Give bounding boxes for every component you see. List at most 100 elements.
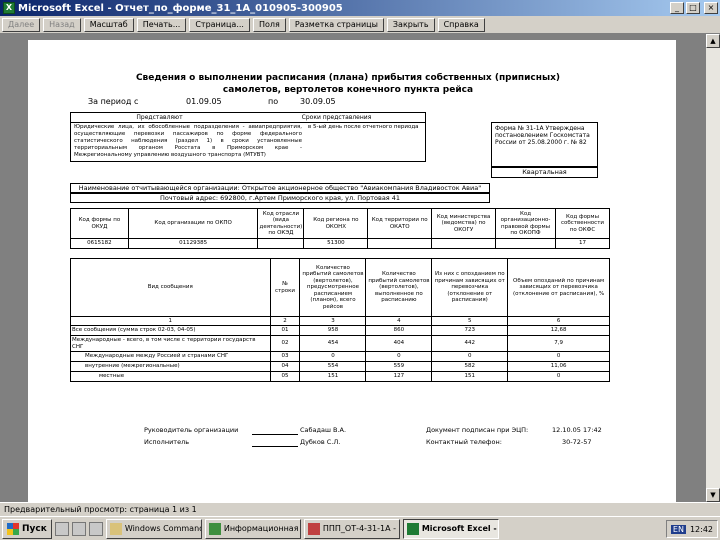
row-value: 454 bbox=[299, 335, 367, 352]
codes-header-cell: Код формы по ОКУД bbox=[70, 208, 129, 239]
executor-name: Дубков С.Л. bbox=[300, 438, 341, 446]
row-value: 554 bbox=[299, 361, 367, 372]
excel-app-icon[interactable]: X bbox=[3, 2, 15, 14]
row-line-number: 05 bbox=[269, 371, 301, 382]
close-preview-button[interactable]: Закрыть bbox=[386, 17, 435, 32]
row-value: 404 bbox=[365, 335, 433, 352]
print-preview-area[interactable]: Сведения о выполнении расписания (плана)… bbox=[0, 34, 706, 502]
window-title: Microsoft Excel - Отчет_по_форме_31_1А_0… bbox=[18, 2, 343, 14]
scroll-up-arrow-icon[interactable]: ▲ bbox=[706, 34, 720, 48]
task-windows-commander[interactable]: Windows Commander bbox=[105, 518, 202, 539]
row-value: 958 bbox=[299, 325, 367, 336]
row-name: Все сообщения (сумма строк 02-03, 04-05) bbox=[70, 325, 271, 336]
minimize-button[interactable]: _ bbox=[670, 2, 684, 14]
doc-date-label: Документ подписан при ЭЦП: bbox=[426, 426, 529, 434]
head-name: Сабадаш В.А. bbox=[300, 426, 347, 434]
previous-page-button[interactable]: Назад bbox=[43, 17, 81, 32]
vertical-scrollbar[interactable]: ▲ ▼ bbox=[706, 34, 720, 502]
signature-line bbox=[252, 446, 298, 447]
codes-header-cell: Код отрасли (вида деятельности) по ОКЭД bbox=[257, 208, 305, 239]
row-value: 0 bbox=[365, 351, 433, 362]
close-button[interactable]: × bbox=[704, 2, 718, 14]
column-number: 5 bbox=[431, 316, 509, 326]
codes-header-cell: Код территории по ОКАТО bbox=[367, 208, 433, 239]
window-titlebar[interactable]: X Microsoft Excel - Отчет_по_форме_31_1А… bbox=[0, 0, 720, 16]
task-excel[interactable]: Microsoft Excel - Отч... bbox=[402, 518, 499, 539]
row-line-number: 01 bbox=[269, 325, 301, 336]
submitters-text: Юридические лица, их обособленные подраз… bbox=[74, 124, 302, 158]
maximize-button[interactable]: □ bbox=[686, 2, 700, 14]
row-value: 7,9 bbox=[507, 335, 610, 352]
table-row: Международные - всего, в том числе с тер… bbox=[70, 335, 610, 352]
row-value: 582 bbox=[431, 361, 509, 372]
submitters-box: Представляют Сроки представления Юридиче… bbox=[70, 112, 426, 162]
page-break-preview-button[interactable]: Разметка страницы bbox=[288, 17, 384, 32]
row-line-number: 02 bbox=[269, 335, 301, 352]
row-value: 0 bbox=[431, 351, 509, 362]
report-title: Сведения о выполнении расписания (плана)… bbox=[135, 73, 561, 95]
column-number: 6 bbox=[507, 316, 610, 326]
margins-button[interactable]: Поля bbox=[252, 17, 286, 32]
main-header-cell: Вид сообщения bbox=[70, 258, 271, 317]
executor-label: Исполнитель bbox=[144, 438, 190, 446]
codes-header-cell: Код формы собственности по ОКФС bbox=[554, 208, 611, 239]
main-header-cell: Объем опозданий по причинам зависящих от… bbox=[507, 258, 610, 317]
tray-clock[interactable]: 12:42 bbox=[690, 525, 713, 534]
language-indicator[interactable]: EN bbox=[670, 524, 686, 534]
main-header-cell: Количество прибытий самолетов (вертолето… bbox=[299, 258, 367, 317]
deadline-header: Сроки представления bbox=[301, 114, 372, 121]
period-from: 01.09.05 bbox=[186, 97, 222, 106]
row-line-number: 04 bbox=[269, 361, 301, 372]
start-button[interactable]: Пуск bbox=[2, 518, 52, 539]
main-header-cell: Из них с опозданием по причинам зависящи… bbox=[431, 258, 509, 317]
quicklaunch-browser-icon[interactable] bbox=[71, 521, 86, 536]
deadline-text: в 5-ый день после отчетного периода bbox=[308, 124, 419, 130]
doc-date: 12.10.05 17:42 bbox=[552, 426, 602, 434]
codes-value-cell: 51300 bbox=[303, 238, 369, 249]
codes-header-cell: Код организации по ОКПО bbox=[127, 208, 259, 239]
row-value: 0 bbox=[507, 371, 610, 382]
row-value: 151 bbox=[431, 371, 509, 382]
help-button[interactable]: Справка bbox=[437, 17, 485, 32]
codes-header-cell: Код организационно-правовой формы по ОКО… bbox=[495, 208, 556, 239]
period-to: 30.09.05 bbox=[300, 97, 336, 106]
row-name: Международные между Россией и странами С… bbox=[70, 351, 271, 362]
folder-icon bbox=[109, 522, 122, 535]
page-setup-button[interactable]: Страница... bbox=[189, 17, 250, 32]
row-value: 11,06 bbox=[507, 361, 610, 372]
row-value: 151 bbox=[299, 371, 367, 382]
form-number-box: Форма № 31-1А Утверждена постановлением … bbox=[491, 122, 598, 168]
task-info-system[interactable]: Информационная сист... bbox=[204, 518, 301, 539]
table-row: местные 05 151 127 151 0 bbox=[70, 371, 610, 382]
column-number: 2 bbox=[269, 316, 301, 326]
preview-page: Сведения о выполнении расписания (плана)… bbox=[28, 40, 676, 502]
codes-header-cell: Код министерства (ведомства) по ОКОГУ bbox=[431, 208, 497, 239]
postal-address: Почтовый адрес: 692800, г.Артем Приморск… bbox=[70, 193, 490, 203]
main-header-cell: Количество прибытий самолетов (вертолето… bbox=[365, 258, 433, 317]
scroll-down-arrow-icon[interactable]: ▼ bbox=[706, 488, 720, 502]
row-value: 723 bbox=[431, 325, 509, 336]
codes-value-cell: 0615182 bbox=[70, 238, 129, 249]
row-name: Международные - всего, в том числе с тер… bbox=[70, 335, 271, 352]
preview-toolbar: Далее Назад Масштаб Печать... Страница..… bbox=[0, 16, 720, 34]
phone: 30-72-57 bbox=[562, 438, 592, 446]
arrivals-table: Вид сообщения № строки Количество прибыт… bbox=[70, 258, 610, 382]
quicklaunch-explorer-icon[interactable] bbox=[88, 521, 103, 536]
submitters-header: Представляют bbox=[136, 114, 183, 121]
print-button[interactable]: Печать... bbox=[136, 17, 187, 32]
windows-logo-icon bbox=[7, 522, 19, 535]
quicklaunch-desktop-icon[interactable] bbox=[54, 521, 69, 536]
period-to-label: по bbox=[268, 97, 279, 106]
codes-value-cell bbox=[431, 238, 497, 249]
zoom-button[interactable]: Масштаб bbox=[83, 17, 134, 32]
task-paint[interactable]: ППП_ОТ-4-31-1А - Paint bbox=[303, 518, 400, 539]
main-header-cell: № строки bbox=[269, 258, 301, 317]
organization-name: Наименование отчитывающейся организации:… bbox=[70, 183, 490, 193]
table-row: внутренние (межрегиональные) 04 554 559 … bbox=[70, 361, 610, 372]
row-line-number: 03 bbox=[269, 351, 301, 362]
codes-value-cell: 17 bbox=[554, 238, 611, 249]
row-name: внутренние (межрегиональные) bbox=[70, 361, 271, 372]
row-value: 0 bbox=[507, 351, 610, 362]
row-value: 860 bbox=[365, 325, 433, 336]
next-page-button[interactable]: Далее bbox=[2, 17, 41, 32]
